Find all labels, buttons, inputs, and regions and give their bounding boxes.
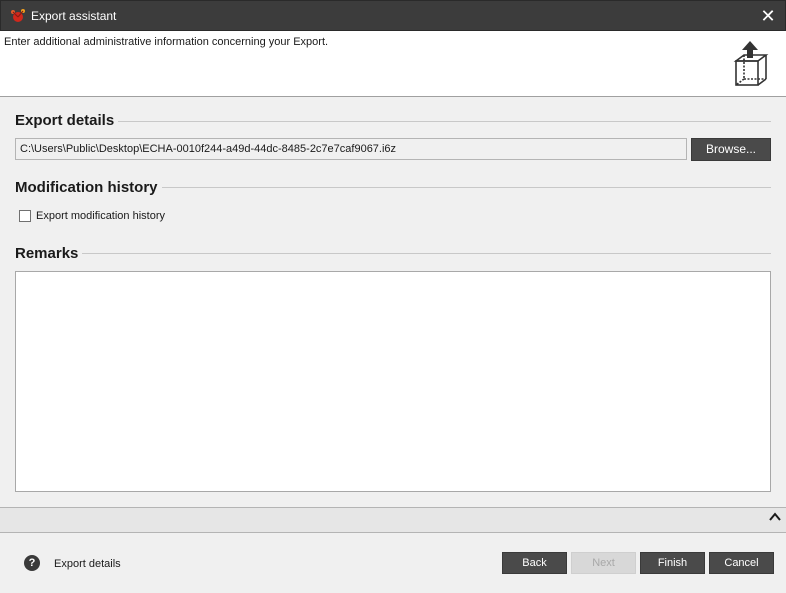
chevron-up-icon[interactable] [768, 510, 782, 524]
modification-history-heading: Modification history [15, 179, 162, 196]
header-banner: Enter additional administrative informat… [0, 31, 786, 97]
checkbox-label[interactable]: Export modification history [36, 210, 165, 222]
cancel-button[interactable]: Cancel [709, 552, 774, 574]
section-divider [112, 121, 771, 122]
app-logo-icon [11, 9, 25, 22]
export-path-field[interactable]: C:\Users\Public\Desktop\ECHA-0010f244-a4… [15, 138, 687, 160]
export-box-icon [733, 41, 769, 86]
browse-button[interactable]: Browse... [691, 138, 771, 161]
banner-description: Enter additional administrative informat… [4, 36, 329, 48]
section-divider [158, 187, 771, 188]
title-bar: Export assistant ✕ [0, 0, 786, 31]
remarks-textarea[interactable] [15, 271, 771, 492]
close-icon[interactable]: ✕ [757, 5, 779, 27]
finish-button[interactable]: Finish [640, 552, 705, 574]
help-icon[interactable]: ? [24, 555, 40, 571]
section-divider [82, 253, 771, 254]
back-button[interactable]: Back [502, 552, 567, 574]
window-title: Export assistant [31, 9, 117, 23]
export-modification-history-checkbox[interactable] [19, 210, 31, 222]
help-context-label: Export details [54, 558, 121, 570]
collapsible-panel-bar [0, 507, 786, 533]
main-content: Export details C:\Users\Public\Desktop\E… [0, 97, 786, 507]
wizard-footer: ? Export details Back Next Finish Cancel [0, 533, 786, 593]
remarks-heading: Remarks [15, 245, 83, 262]
export-details-heading: Export details [15, 112, 119, 129]
next-button[interactable]: Next [571, 552, 636, 574]
